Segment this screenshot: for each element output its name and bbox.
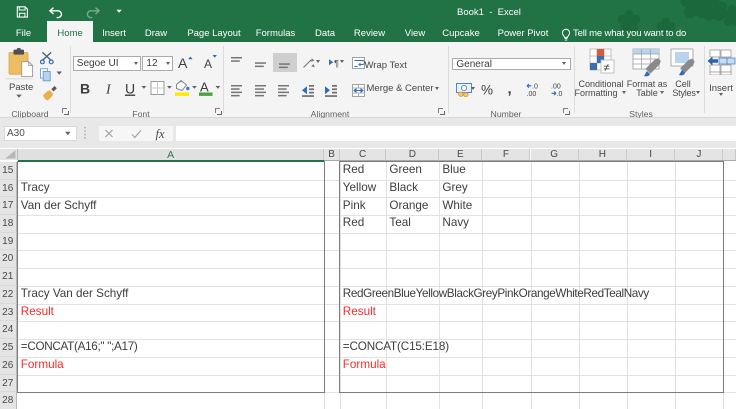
svg-text:A: A [200,79,209,94]
svg-text:≠: ≠ [603,62,609,74]
svg-text:.0: .0 [532,83,538,90]
svg-text:.00: .00 [527,91,537,97]
svg-text:B: B [80,80,90,96]
svg-text:A: A [204,57,212,71]
svg-text:.0: .0 [557,91,563,97]
svg-text:Paste: Paste [9,82,33,93]
svg-text:.00: .00 [551,83,561,90]
svg-text:I: I [105,82,112,97]
svg-text:fx: fx [156,127,165,141]
svg-text:%: % [481,82,493,97]
svg-text:¶: ¶ [334,58,339,68]
svg-text:A: A [178,55,188,71]
svg-text:U: U [125,80,135,96]
svg-text:,: , [508,82,512,97]
